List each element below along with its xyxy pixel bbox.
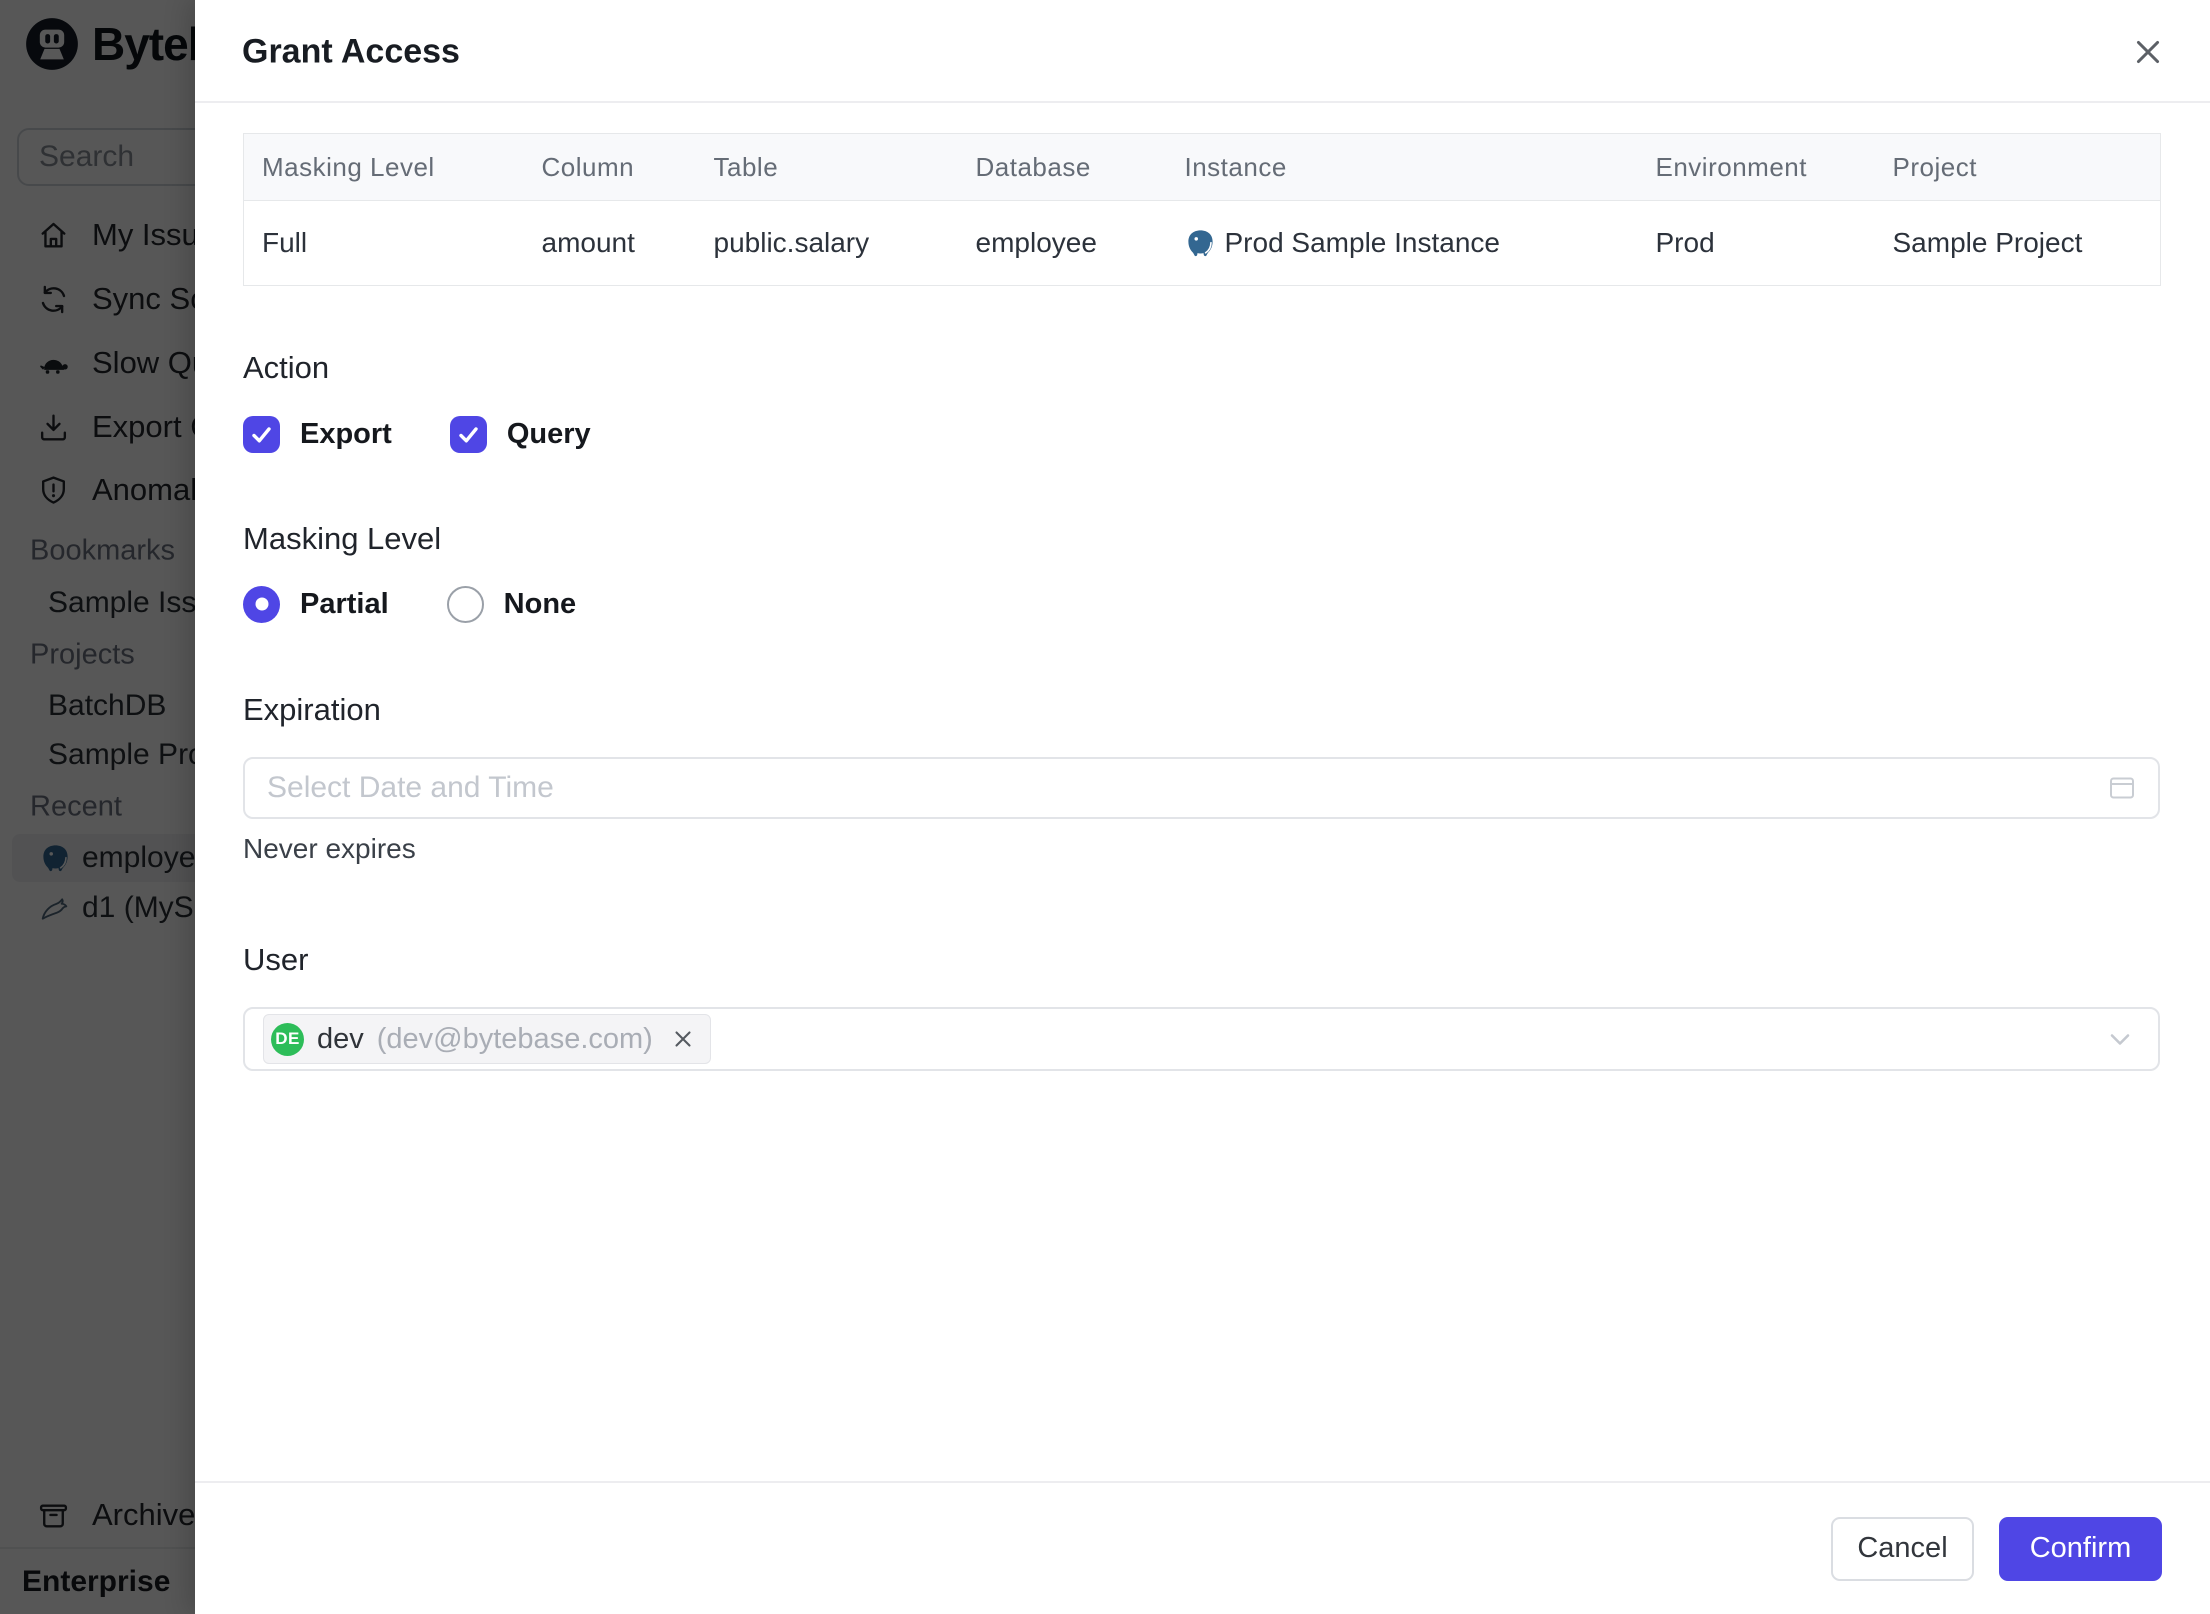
col-header-database: Database [957, 133, 1167, 201]
col-header-project: Project [1874, 133, 2161, 201]
cell-instance: Prod Sample Instance [1166, 200, 1638, 286]
avatar: DE [271, 1022, 304, 1056]
action-options: Export Query [243, 410, 591, 458]
export-option[interactable]: Export [243, 415, 392, 453]
query-label: Query [506, 417, 591, 450]
cell-database: employee [957, 200, 1167, 286]
expiration-heading: Expiration [243, 692, 381, 727]
check-icon [456, 422, 481, 447]
col-header-masking-level: Masking Level [243, 133, 524, 201]
col-header-instance: Instance [1166, 133, 1638, 201]
cell-masking-level: Full [243, 200, 524, 286]
cell-table: public.salary [695, 200, 958, 286]
partial-radio[interactable] [243, 585, 280, 623]
table-header-row: Masking Level Column Table Database Inst… [243, 133, 2161, 201]
expiration-note: Never expires [243, 833, 416, 864]
user-name: dev [317, 1022, 364, 1055]
user-email: (dev@bytebase.com) [376, 1022, 653, 1055]
modal-header: Grant Access [195, 0, 2210, 103]
chevron-down-icon[interactable] [2104, 1023, 2136, 1055]
none-label: None [503, 587, 577, 620]
remove-user-icon[interactable] [670, 1026, 696, 1052]
cancel-button[interactable]: Cancel [1831, 1516, 1974, 1581]
close-icon[interactable] [2130, 34, 2166, 70]
table-row: Full amount public.salary employee Prod … [243, 200, 2161, 286]
action-heading: Action [243, 350, 330, 385]
query-option[interactable]: Query [449, 415, 591, 453]
col-header-column: Column [523, 133, 696, 201]
cell-project: Sample Project [1874, 200, 2161, 286]
calendar-icon [2108, 774, 2136, 802]
none-option[interactable]: None [446, 585, 577, 623]
partial-option[interactable]: Partial [243, 585, 389, 623]
user-heading: User [243, 942, 309, 977]
none-radio[interactable] [446, 585, 484, 623]
expiration-date-input[interactable] [243, 757, 2160, 819]
col-header-table: Table [695, 133, 958, 201]
user-tag: DE dev (dev@bytebase.com) [263, 1014, 711, 1064]
query-checkbox[interactable] [449, 415, 487, 453]
modal-footer: Cancel Confirm [195, 1481, 2210, 1614]
expiration-field [243, 757, 2160, 819]
cell-environment: Prod [1637, 200, 1875, 286]
export-label: Export [300, 417, 392, 450]
col-header-environment: Environment [1637, 133, 1875, 201]
check-icon [249, 422, 274, 447]
user-select[interactable]: DE dev (dev@bytebase.com) [243, 1007, 2160, 1071]
postgresql-icon [1185, 228, 1216, 259]
cell-column: amount [523, 200, 696, 286]
masking-level-heading: Masking Level [243, 521, 442, 556]
masking-policy-table: Masking Level Column Table Database Inst… [243, 133, 2161, 286]
confirm-button[interactable]: Confirm [1999, 1516, 2162, 1581]
grant-access-modal: Grant Access Masking Level Column Table … [195, 0, 2210, 1614]
export-checkbox[interactable] [243, 415, 280, 453]
partial-label: Partial [300, 587, 389, 620]
instance-name: Prod Sample Instance [1224, 227, 1501, 258]
masking-level-options: Partial None [243, 580, 576, 628]
modal-title: Grant Access [242, 32, 460, 71]
